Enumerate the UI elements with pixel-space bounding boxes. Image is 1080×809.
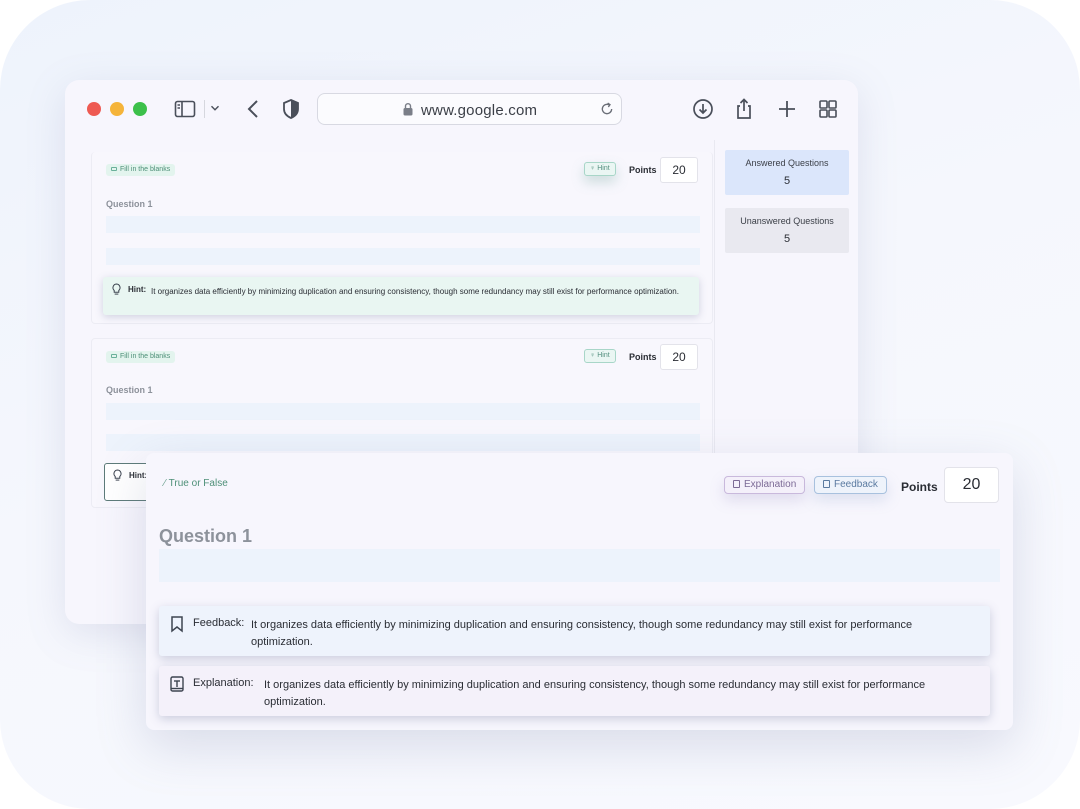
question-title: Question 1: [159, 526, 253, 546]
hint-text: It organizes data efficiently by minimiz…: [151, 287, 679, 296]
true-false-icon: ⁄: [164, 478, 166, 489]
question-type-chip: Fill in the blanks: [106, 351, 176, 363]
minimize-window-button[interactable]: [110, 102, 124, 116]
hint-label: Hint:: [129, 471, 148, 480]
points-label: Points: [629, 352, 657, 362]
text-box-icon: [169, 675, 185, 693]
plus-icon[interactable]: [775, 97, 799, 121]
points-label: Points: [901, 480, 938, 494]
hint-label: Hint:: [128, 285, 147, 294]
question-type-chip: Fill in the blanks: [106, 164, 176, 176]
feedback-label: Feedback:: [193, 617, 245, 629]
grid-icon[interactable]: [816, 97, 840, 121]
share-icon[interactable]: [732, 97, 756, 121]
answer-blank-1[interactable]: [106, 216, 700, 233]
points-input[interactable]: 20: [944, 467, 999, 503]
address-bar[interactable]: www.google.com: [317, 93, 622, 125]
lightbulb-icon: [112, 469, 123, 482]
explanation-text: It organizes data efficiently by minimiz…: [264, 679, 926, 708]
question-input[interactable]: [159, 549, 1000, 582]
answered-questions-card: Answered Questions 5: [725, 150, 849, 195]
question-title: Question 1: [106, 199, 153, 209]
points-input[interactable]: 20: [660, 344, 698, 370]
answer-blank-2[interactable]: [106, 248, 700, 265]
unanswered-questions-card: Unanswered Questions 5: [725, 208, 849, 253]
hint-panel: Hint: It organizes data efficiently by m…: [103, 277, 699, 315]
sidebar-icon[interactable]: [173, 97, 197, 121]
shield-icon[interactable]: [279, 97, 303, 121]
download-icon[interactable]: [691, 97, 715, 121]
answer-blank-2[interactable]: [106, 434, 700, 451]
points-label: Points: [629, 165, 657, 175]
unanswered-label: Unanswered Questions: [740, 216, 834, 226]
question-type-chip: ⁄ True or False: [164, 478, 228, 489]
points-input[interactable]: 20: [660, 157, 698, 183]
answered-label: Answered Questions: [745, 158, 829, 168]
unanswered-count: 5: [783, 233, 791, 245]
explanation-label: Explanation:: [193, 677, 254, 689]
explanation-panel: Explanation: It organizes data efficient…: [159, 666, 990, 716]
lightbulb-icon: ♀: [590, 165, 596, 172]
lightbulb-icon: ♀: [590, 352, 596, 359]
browser-toolbar: www.google.com: [65, 80, 858, 140]
feedback-text: It organizes data efficiently by minimiz…: [251, 619, 913, 648]
true-false-question-card: ⁄ True or False Explanation Feedback Poin…: [146, 453, 1013, 730]
hint-button[interactable]: ♀ Hint: [584, 349, 616, 363]
answer-blank-1[interactable]: [106, 403, 700, 420]
answered-count: 5: [783, 175, 791, 187]
maximize-window-button[interactable]: [133, 102, 147, 116]
feedback-button[interactable]: Feedback: [814, 476, 887, 494]
bookmark-icon: [169, 615, 185, 633]
close-window-button[interactable]: [87, 102, 101, 116]
text-box-icon: [733, 480, 740, 488]
feedback-panel: Feedback: It organizes data efficiently …: [159, 606, 990, 656]
toolbar-divider: [204, 100, 205, 118]
bookmark-icon: [823, 480, 830, 488]
lock-icon: [402, 102, 414, 116]
chevron-down-icon[interactable]: [208, 101, 222, 115]
back-icon[interactable]: [242, 97, 266, 121]
url-text: www.google.com: [421, 102, 538, 119]
reload-icon[interactable]: [599, 101, 615, 117]
lightbulb-icon: [111, 283, 122, 296]
hint-button[interactable]: ♀ Hint: [584, 162, 616, 176]
question-title: Question 1: [106, 385, 153, 395]
explanation-button[interactable]: Explanation: [724, 476, 806, 494]
